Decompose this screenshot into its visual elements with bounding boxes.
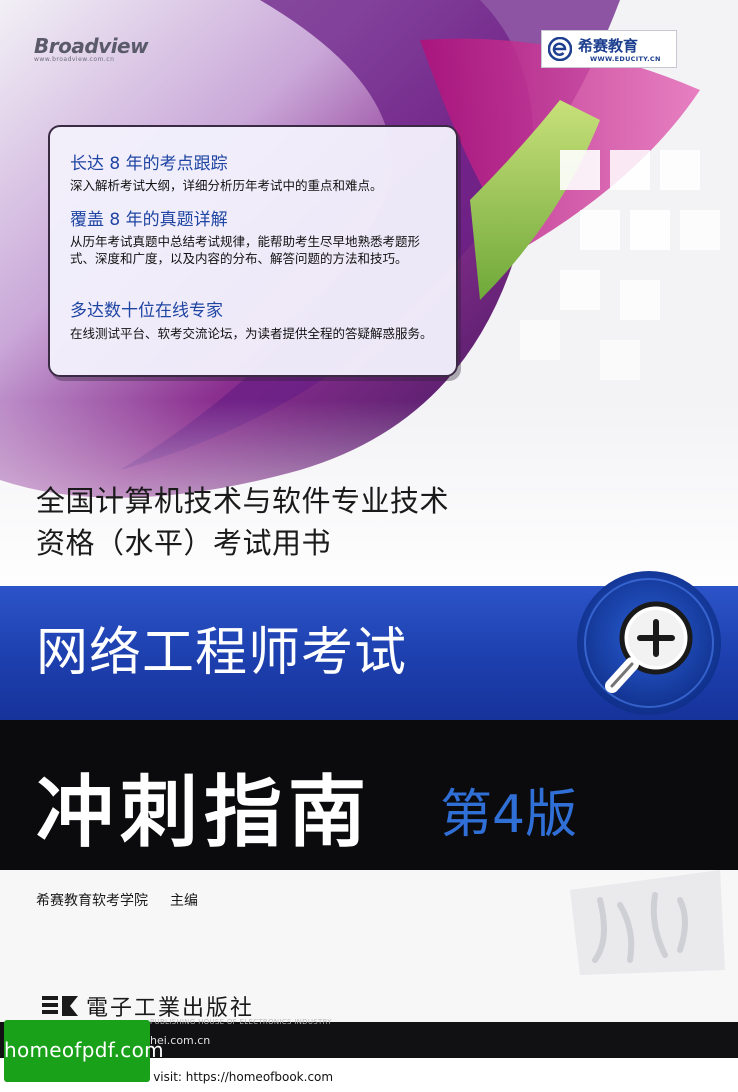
book-title: 网络工程师考试 — [36, 623, 408, 683]
publisher-logo-icon — [42, 996, 78, 1016]
homeofpdf-badge[interactable]: homeofpdf.com — [4, 1020, 164, 1082]
cover-stamp-graphic — [570, 870, 725, 975]
footer-visit-text: e visit: https://homeofbook.com — [142, 1070, 334, 1084]
features-panel: 长达 8 年的考点跟踪 深入解析考试大纲，详细分析历年考试中的重点和难点。 覆盖… — [48, 125, 458, 377]
series-title-line1: 全国计算机技术与软件专业技术 — [36, 484, 450, 518]
magnifier-icon — [577, 571, 721, 715]
educity-e-icon — [548, 37, 572, 61]
feature-heading: 覆盖 8 年的真题详解 — [70, 210, 228, 230]
author-line: 希赛教育软考学院 主编 — [36, 890, 198, 910]
educity-logo: 希赛教育 WWW.EDUCITY.CN — [541, 30, 677, 68]
author-role: 主编 — [170, 893, 198, 909]
broadview-logo-name: Broadview — [34, 34, 149, 58]
book-subtitle: 冲刺指南 — [36, 768, 373, 858]
series-title-line2: 资格（水平）考试用书 — [36, 526, 332, 560]
feature-text: 在线测试平台、软考交流论坛，为读者提供全程的答疑解惑服务。 — [70, 326, 433, 341]
author-name: 希赛教育软考学院 — [36, 893, 148, 909]
feature-text: 深入解析考试大纲，详细分析历年考试中的重点和难点。 — [70, 178, 383, 193]
homeofpdf-badge-label: homeofpdf.com — [4, 1038, 164, 1062]
publisher-subtitle: PUBLISHING HOUSE OF ELECTRONICS INDUSTRY — [150, 1018, 332, 1026]
book-edition: 第4版 — [440, 785, 578, 845]
feature-heading: 多达数十位在线专家 — [70, 301, 223, 321]
book-cover: Broadview www.broadview.com.cn 希赛教育 WWW.… — [0, 0, 738, 1092]
educity-logo-en: WWW.EDUCITY.CN — [590, 55, 661, 63]
broadview-logo: Broadview www.broadview.com.cn — [34, 34, 149, 63]
educity-logo-cn: 希赛教育 — [578, 37, 639, 55]
feature-heading: 长达 8 年的考点跟踪 — [70, 154, 228, 174]
feature-text: 从历年考试真题中总结考试规律，能帮助考生尽早地熟悉考题形式、深度和广度，以及内容… — [70, 234, 421, 266]
